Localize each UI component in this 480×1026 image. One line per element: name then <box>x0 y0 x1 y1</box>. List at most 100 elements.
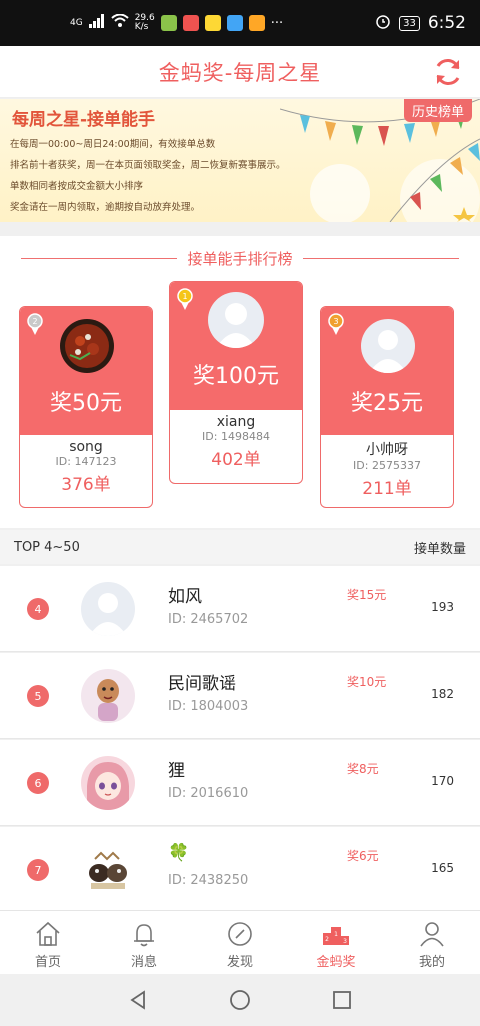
svg-text:2: 2 <box>32 317 37 326</box>
default-avatar-icon <box>81 582 135 636</box>
page-title: 金蚂奖-每周之星 <box>158 60 322 85</box>
svg-text:3: 3 <box>333 317 338 326</box>
more-icon: ··· <box>270 15 284 31</box>
rules-text: 在每周一00:00~周日24:00期间，有效接单总数 排名前十者获奖，周一在本页… <box>10 134 350 218</box>
tab-label: 首页 <box>34 955 61 970</box>
app-notification-icon <box>204 15 221 31</box>
net-speed-unit: K/s <box>134 22 149 32</box>
history-ranking-button[interactable]: 历史榜单 <box>403 99 472 122</box>
user-id: ID: 2465702 <box>168 612 249 627</box>
battery-icon: 33 <box>399 15 420 31</box>
avatar <box>81 843 135 897</box>
gold-medal-icon: 1 <box>177 288 193 310</box>
top3-card-rank3[interactable]: 3 奖25元 小帅呀 ID: 2575337 211单 <box>320 306 454 508</box>
signal-icon <box>88 14 105 32</box>
tab-home[interactable]: 首页 <box>0 911 96 974</box>
order-count: 376单 <box>61 475 111 495</box>
bronze-medal-icon: 3 <box>328 313 344 335</box>
user-id: ID: 147123 <box>55 455 117 468</box>
order-count: 182 <box>431 687 454 701</box>
wifi-icon <box>111 13 129 32</box>
tab-label: 金蚂奖 <box>316 955 356 970</box>
avatar <box>60 319 114 373</box>
app-notification-icon <box>248 15 265 31</box>
svg-text:2: 2 <box>325 936 329 943</box>
rules-line: 单数相同者按成交金额大小排序 <box>10 181 144 192</box>
default-avatar-icon <box>208 292 264 348</box>
user-id: ID: 1498484 <box>202 430 270 443</box>
user-icon <box>420 922 444 947</box>
user-id: ID: 2016610 <box>168 786 249 801</box>
order-count: 170 <box>431 774 454 788</box>
svg-text:3: 3 <box>343 938 347 945</box>
leaderboard-heading: 接单能手排行榜 <box>0 248 480 269</box>
rank-badge: 4 <box>27 598 49 620</box>
list-header: TOP 4~50 接单数量 <box>0 530 480 564</box>
list-header-range: TOP 4~50 <box>14 539 80 555</box>
refresh-icon[interactable] <box>432 56 464 88</box>
svg-text:1: 1 <box>334 931 338 938</box>
rank-badge: 5 <box>27 685 49 707</box>
user-name: song <box>69 439 103 455</box>
rank-badge: 6 <box>27 772 49 794</box>
net-speed: 29.6 K/s <box>135 14 155 32</box>
divider <box>21 258 178 259</box>
user-name: 🍀 <box>168 843 190 863</box>
banner-title: 每周之星-接单能手 <box>12 110 156 130</box>
bell-icon <box>134 924 154 947</box>
user-name: 小帅呀 <box>366 442 408 458</box>
app-header: 金蚂奖-每周之星 <box>0 46 480 98</box>
bottom-tab-bar: 首页 消息 发现 12 3 金蚂奖 我的 <box>0 910 480 974</box>
user-id: ID: 2438250 <box>168 873 249 888</box>
tab-label: 我的 <box>418 955 445 970</box>
order-count: 211单 <box>362 479 412 499</box>
avatar <box>81 756 135 810</box>
rules-line: 在每周一00:00~周日24:00期间，有效接单总数 <box>10 139 216 150</box>
leaderboard: 接单能手排行榜 2 奖50元 song ID: 147123 376单 1 奖1… <box>0 236 480 528</box>
silver-medal-icon: 2 <box>27 313 43 335</box>
list-header-count: 接单数量 <box>413 541 466 557</box>
app-notification-icon <box>226 15 243 31</box>
prize-amount: 奖50元 <box>50 391 122 416</box>
app-notification-icon <box>160 15 177 31</box>
tab-profile[interactable]: 我的 <box>384 911 480 974</box>
tab-messages[interactable]: 消息 <box>96 911 192 974</box>
order-count: 193 <box>431 600 454 614</box>
list-item[interactable]: 5 民间歌谣 ID: 1804003 奖10元 182 <box>0 653 480 739</box>
tab-label: 消息 <box>130 955 157 970</box>
rules-line: 排名前十者获奖，周一在本页面领取奖金，周二恢复新赛事展示。 <box>10 160 286 171</box>
user-id: ID: 1804003 <box>168 699 249 714</box>
user-name: 狸 <box>168 761 185 781</box>
list-item[interactable]: 4 如风 ID: 2465702 奖15元 193 <box>0 566 480 652</box>
prize-amount: 奖15元 <box>347 588 387 602</box>
default-avatar-icon <box>361 319 415 373</box>
prize-amount: 奖100元 <box>193 364 279 389</box>
avatar <box>81 669 135 723</box>
rules-line: 奖金请在一周内领取，逾期按自动放弃处理。 <box>10 202 201 213</box>
list-item[interactable]: 6 狸 ID: 2016610 奖8元 170 <box>0 740 480 826</box>
compass-icon <box>228 922 252 946</box>
list-item[interactable]: 7 🍀 ID: 2438250 奖6元 165 <box>0 827 480 913</box>
network-indicator: 4G <box>70 17 83 28</box>
order-count: 165 <box>431 861 454 875</box>
user-name: 民间歌谣 <box>168 674 236 694</box>
order-count: 402单 <box>211 450 261 470</box>
home-circle-icon[interactable] <box>229 989 251 1011</box>
user-id: ID: 2575337 <box>353 459 421 472</box>
recents-icon[interactable] <box>331 989 353 1011</box>
home-icon <box>36 921 60 946</box>
podium-icon: 12 3 <box>323 927 349 945</box>
app-notification-icon <box>182 15 199 31</box>
prize-amount: 奖25元 <box>351 391 423 416</box>
tab-golden-ant-award[interactable]: 12 3 金蚂奖 <box>288 911 384 974</box>
leaderboard-title: 接单能手排行榜 <box>187 250 293 268</box>
prize-amount: 奖8元 <box>347 762 379 776</box>
status-bar: 4G 29.6 K/s ··· 33 6:52 <box>0 0 480 46</box>
alarm-icon <box>375 13 391 34</box>
tab-discover[interactable]: 发现 <box>192 911 288 974</box>
top3-card-rank1[interactable]: 1 奖100元 xiang ID: 1498484 402单 <box>169 281 303 484</box>
tab-label: 发现 <box>226 955 253 970</box>
back-icon[interactable] <box>127 989 149 1011</box>
user-name: 如风 <box>168 587 202 607</box>
top3-card-rank2[interactable]: 2 奖50元 song ID: 147123 376单 <box>19 306 153 508</box>
